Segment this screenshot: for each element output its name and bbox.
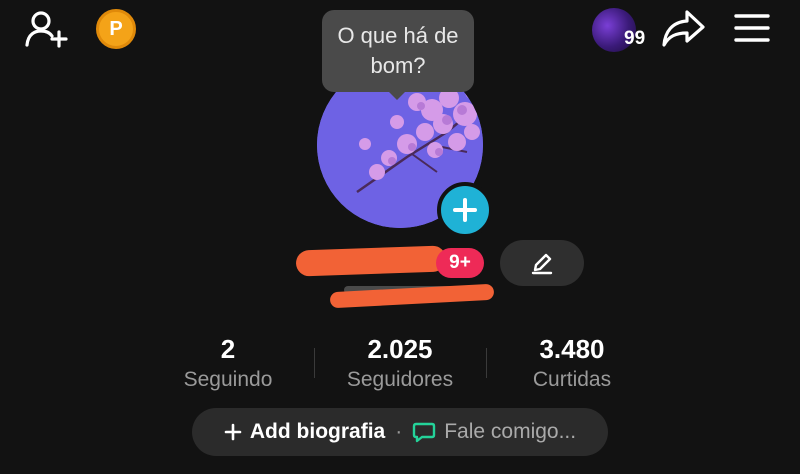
person-plus-icon xyxy=(25,11,68,48)
redacted-username xyxy=(295,245,447,277)
stat-label: Curtidas xyxy=(532,368,612,391)
stat-likes[interactable]: 3.480 Curtidas xyxy=(512,334,632,394)
stat-value: 2 xyxy=(220,334,236,364)
plus-icon xyxy=(453,198,477,222)
separator: · xyxy=(395,420,403,443)
chat-bubble-icon xyxy=(413,422,436,443)
share-button[interactable] xyxy=(660,8,706,48)
edit-profile-button[interactable] xyxy=(500,240,584,286)
plus-icon xyxy=(224,423,242,441)
stat-value: 2.025 xyxy=(367,334,433,364)
add-bio-label: Add biografia xyxy=(249,420,386,443)
stat-value: 3.480 xyxy=(539,334,605,364)
menu-button[interactable] xyxy=(732,12,772,44)
notification-badge[interactable]: 9+ xyxy=(436,248,484,278)
divider xyxy=(486,348,487,378)
add-bio-button[interactable]: Add biografia xyxy=(224,420,385,444)
stat-label: Seguidores xyxy=(346,368,454,391)
stat-following[interactable]: 2 Seguindo xyxy=(168,334,288,394)
stat-followers[interactable]: 2.025 Seguidores xyxy=(330,334,470,394)
bio-actions-pill: Add biografia · Fale comigo... xyxy=(192,408,608,456)
coin-p-icon[interactable]: P xyxy=(96,9,136,49)
share-arrow-icon xyxy=(662,10,705,47)
message-me-label: Fale comigo... xyxy=(444,420,577,443)
divider xyxy=(314,348,315,378)
tooltip-arrow xyxy=(387,90,407,100)
pencil-icon xyxy=(531,253,553,275)
stat-label: Seguindo xyxy=(183,368,273,391)
add-photo-button[interactable] xyxy=(437,182,493,238)
hamburger-menu-icon xyxy=(734,14,770,42)
message-me-button[interactable]: Fale comigo... xyxy=(412,420,576,444)
add-friend-button[interactable] xyxy=(24,8,70,48)
avatar-count: 99 xyxy=(624,28,646,49)
status-tooltip[interactable]: O que há de bom? xyxy=(322,10,474,92)
